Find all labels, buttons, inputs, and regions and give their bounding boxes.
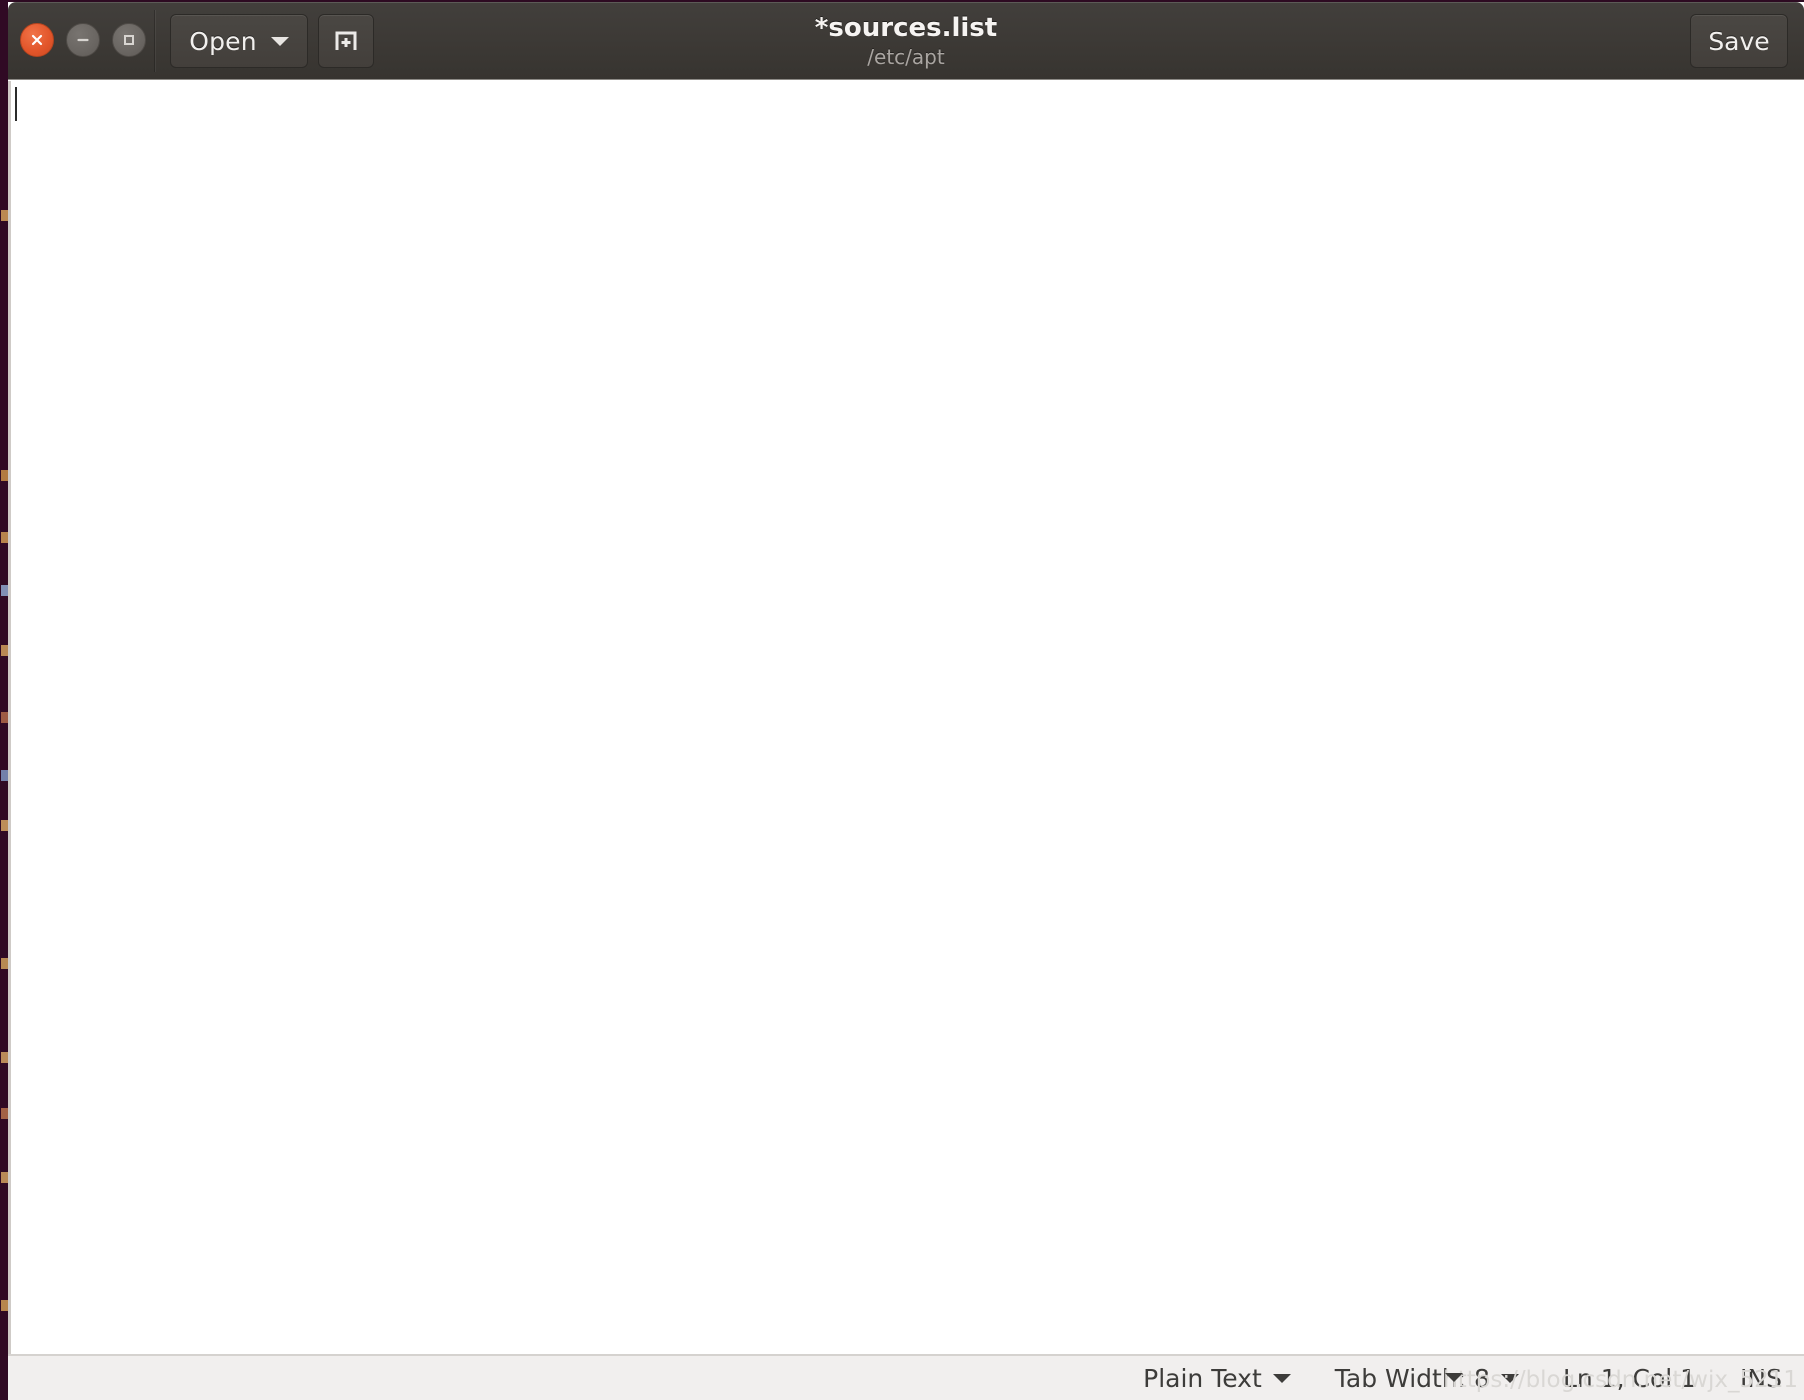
new-document-button[interactable] [318, 14, 374, 68]
save-button-label: Save [1708, 26, 1770, 56]
chevron-down-icon[interactable] [1445, 1373, 1463, 1382]
open-button[interactable]: Open [170, 14, 308, 68]
open-button-label: Open [189, 26, 257, 56]
insert-mode-indicator: INS [1718, 1356, 1796, 1400]
close-window-button[interactable] [20, 23, 54, 57]
chevron-down-icon [270, 36, 289, 46]
close-icon [31, 34, 43, 46]
gedit-text-editor-window: Open *sources.list /etc/apt Save https:/… [8, 2, 1804, 1400]
status-bar: https://blog.csdn.net/wjx_5211 Plain Tex… [8, 1354, 1804, 1400]
language-label: Plain Text [1143, 1363, 1262, 1393]
cursor-position-indicator[interactable]: Ln 1, Col 1 [1541, 1356, 1718, 1400]
chevron-down-icon [1500, 1373, 1519, 1383]
minimize-window-button[interactable] [66, 23, 100, 57]
header-separator [154, 10, 155, 72]
maximize-icon [124, 35, 134, 45]
tab-width-selector[interactable]: Tab Width: 8 [1313, 1356, 1541, 1400]
minimize-icon [77, 38, 89, 42]
chevron-down-icon [1272, 1373, 1291, 1383]
language-selector[interactable]: Plain Text [1121, 1356, 1313, 1400]
cursor-position-label: Ln 1, Col 1 [1562, 1363, 1697, 1393]
window-header-bar: Open *sources.list /etc/apt Save [8, 2, 1804, 80]
text-cursor [15, 87, 17, 121]
window-controls [20, 23, 146, 57]
editor-text-area[interactable] [8, 81, 1804, 1354]
tab-width-label: Tab Width: 8 [1334, 1363, 1490, 1393]
new-document-icon [335, 31, 357, 50]
insert-mode-label: INS [1740, 1363, 1782, 1393]
maximize-window-button[interactable] [112, 23, 146, 57]
save-button[interactable]: Save [1690, 14, 1788, 68]
